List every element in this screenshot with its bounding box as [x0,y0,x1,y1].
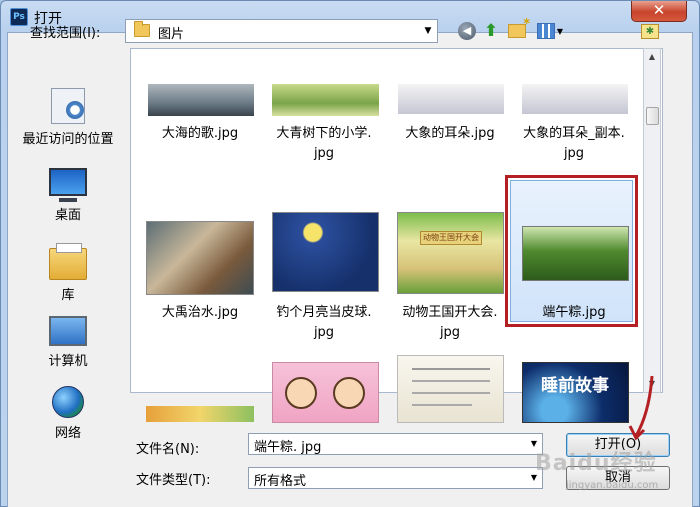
thumbnail-image[interactable] [397,355,504,423]
file-type-value: 所有格式 [254,474,307,489]
file-name-label: jpg [563,146,585,161]
thumbnail-image[interactable] [146,221,254,295]
thumbnail-image[interactable] [398,84,504,114]
desktop-icon [49,168,87,202]
computer-icon [49,316,87,346]
places-item-recent[interactable]: 最近访问的位置 [12,88,124,147]
chevron-down-icon[interactable]: ▼ [419,20,437,42]
thumbnail-image[interactable] [272,362,379,423]
places-bar: 最近访问的位置 桌面 库 计算机 网络 [12,52,124,441]
thumbnail-image[interactable] [148,84,254,116]
text-line [412,368,490,370]
file-name-label: jpg [313,325,335,340]
file-name-label: 大青树下的小学. [276,126,372,141]
cartoon-face [333,377,365,409]
thumbnail-caption: 动物王国开大会 [420,231,482,245]
watermark-url: jingyan.baidu.com [566,480,659,491]
red-arrow-annotation-icon [628,375,654,441]
file-type-label: 文件类型(T): [136,473,211,488]
file-name-value: 端午粽. jpg [254,440,322,455]
look-in-label: 查找范围(I): [30,26,101,41]
text-line [412,392,490,394]
scroll-up-arrow-icon[interactable]: ▲ [644,49,660,65]
text-line [412,404,472,406]
file-name-label: 大海的歌.jpg [161,126,239,141]
file-name-label-text: 文件名(N): [136,442,200,457]
thumbnail-image[interactable]: 动物王国开大会 [397,212,504,294]
file-type-dropdown[interactable]: 所有格式 ▼ [248,467,543,489]
file-name-label: 大象的耳朵_副本. [523,126,625,141]
thumbnail-image[interactable] [272,84,379,116]
file-name-label: jpg [439,325,461,340]
scroll-thumb[interactable] [646,107,659,125]
places-item-label: 最近访问的位置 [22,132,114,147]
favorites-icon[interactable]: ✱ [640,21,660,41]
back-arrow-icon[interactable]: ◀ [457,21,477,41]
thumbnail-image[interactable] [272,212,379,292]
file-name-input[interactable]: 端午粽. jpg ▼ [248,433,543,455]
selection-highlight-box [505,175,638,327]
file-name-label: 大禹治水.jpg [161,305,239,320]
thumbnail-image[interactable] [146,406,254,422]
libraries-icon [49,243,87,280]
file-name-label: jpg [313,146,335,161]
baidu-watermark: Baidu经验 [535,451,657,476]
places-item-label: 网络 [54,426,81,441]
look-in-dropdown[interactable]: 图片 ▼ [125,19,438,43]
places-item-label: 桌面 [54,208,81,223]
file-name-label: 大象的耳朵.jpg [405,126,495,141]
cartoon-face [285,377,317,409]
places-item-computer[interactable]: 计算机 [12,316,124,369]
places-item-network[interactable]: 网络 [12,386,124,441]
folder-icon [134,21,150,37]
new-folder-icon[interactable] [507,17,530,41]
thumbnail-image[interactable]: 睡前故事 [522,362,629,423]
up-folder-icon[interactable]: ⬆ [481,21,501,41]
text-line [412,380,490,382]
places-item-label: 计算机 [48,354,88,369]
close-button[interactable]: ✕ [631,1,687,22]
view-menu-icon[interactable]: ▼ [535,21,565,41]
network-icon [52,386,84,418]
file-name-label: 动物王国开大会. [402,305,498,320]
recent-places-icon [51,88,85,124]
thumbnail-image[interactable] [522,84,628,114]
file-name-label: 钓个月亮当皮球. [276,305,372,320]
vertical-scrollbar[interactable]: ▲ ▼ [643,48,661,393]
places-item-label: 库 [61,288,75,303]
places-item-libraries[interactable]: 库 [12,243,124,303]
places-item-desktop[interactable]: 桌面 [12,168,124,223]
thumbnail-caption: 睡前故事 [541,376,609,396]
look-in-value: 图片 [158,27,185,42]
photoshop-app-icon: Ps [10,8,28,26]
